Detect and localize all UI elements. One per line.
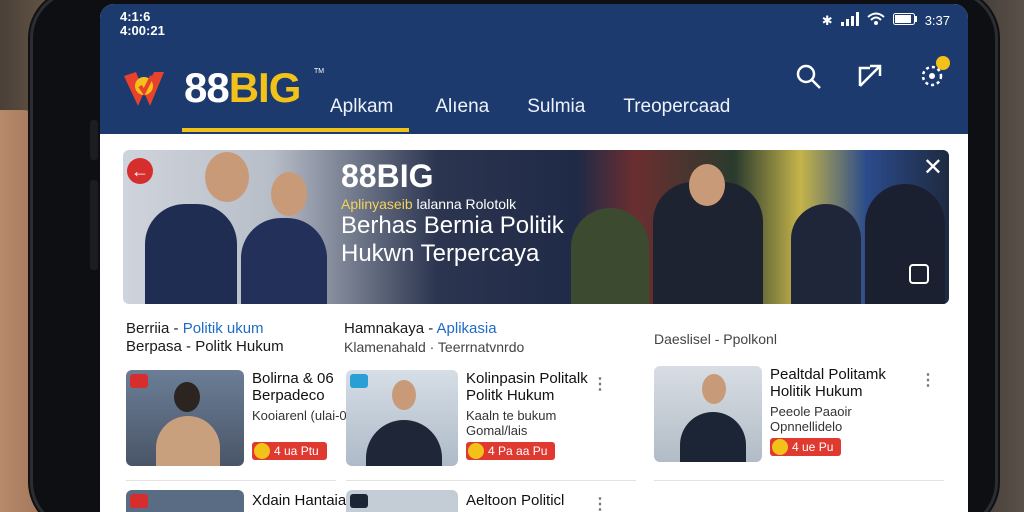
logo-prefix: 88: [184, 64, 230, 111]
back-arrow-icon[interactable]: ←: [127, 158, 153, 184]
close-icon[interactable]: ✕: [923, 156, 943, 180]
banner-person-head: [271, 172, 307, 216]
main-nav: Aplkam Alıena Sulmia Treopercaad: [181, 92, 748, 132]
more-options-icon[interactable]: ⋮: [592, 374, 608, 394]
news-thumbnail: [346, 490, 458, 512]
volume-button: [90, 120, 98, 160]
section-title-highlight: Aplikasia: [436, 320, 497, 337]
app-logo-text: 88BIG: [184, 64, 302, 112]
status-time: 4:1:6 4:00:21: [120, 10, 165, 38]
video-badge-icon: [130, 494, 148, 508]
banner-headline: Berhas Bernia Politik Hukwn Terpercaya: [341, 212, 564, 268]
news-thumbnail: [346, 370, 458, 466]
expand-icon[interactable]: [909, 264, 929, 284]
divider: [126, 480, 336, 481]
section-header[interactable]: Daeslisel - Ppolkonl: [654, 330, 924, 348]
search-icon[interactable]: [792, 60, 824, 92]
thumb-person: [680, 412, 746, 462]
section-title: Berriia -: [126, 320, 183, 337]
screen: 4:1:6 4:00:21 ✱ 3:37 88BIG TM Aplkam Alı…: [100, 4, 968, 512]
divider: [654, 480, 944, 481]
banner-person: [145, 204, 237, 304]
video-badge-icon: [130, 374, 148, 388]
notification-dot: [936, 56, 950, 70]
banner-title: 88BIG: [341, 158, 434, 194]
thumb-person-head: [174, 382, 200, 412]
status-time-line1: 4:1:6: [120, 9, 151, 24]
video-badge-icon: [350, 374, 368, 388]
tab-treopercaad[interactable]: Treopercaad: [607, 92, 746, 132]
notification-icon[interactable]: [916, 56, 950, 92]
news-meta: Peeole Paaoir Opnnellidelo: [770, 404, 852, 434]
divider: [346, 480, 636, 481]
bluetooth-icon: ✱: [821, 12, 833, 28]
banner-person: [571, 208, 649, 304]
status-icons: ✱ 3:37: [822, 12, 950, 29]
banner-headline-line2: Hukwn Terpercaya: [341, 240, 540, 267]
video-badge-icon: [350, 494, 368, 508]
banner-person-head: [689, 164, 725, 206]
signal-icon: [840, 12, 859, 29]
news-thumbnail: [654, 366, 762, 462]
battery-icon: [892, 13, 917, 28]
banner-person: [865, 184, 945, 304]
share-icon[interactable]: [854, 60, 886, 92]
news-thumbnail: [126, 490, 244, 512]
section-header[interactable]: Hamnakaya - Aplikasia Klamenahald · Teer…: [344, 320, 614, 356]
more-options-icon[interactable]: ⋮: [592, 494, 608, 512]
hero-banner[interactable]: ← ✕ 88BIG Aplinyaseib lalanna Rolotolk B…: [123, 150, 949, 304]
more-options-icon[interactable]: ⋮: [920, 370, 936, 390]
banner-subtitle-rest: lalanna Rolotolk: [412, 196, 517, 212]
news-title: Aeltoon Politicl: [466, 492, 565, 509]
thumb-person: [156, 416, 220, 466]
news-card[interactable]: Aeltoon Politicl ⋮: [346, 490, 616, 512]
app-logo-icon: [120, 62, 166, 108]
banner-person-head: [205, 152, 249, 202]
thumb-person: [366, 420, 442, 466]
section-subtitle: Klamenahald · Teerrnatvnrdo: [344, 339, 525, 355]
news-tag[interactable]: 4 ue Pu: [770, 438, 842, 456]
news-tag[interactable]: 4 ua Ptu: [252, 442, 327, 460]
news-meta: Kaaln te bukum Gomal/lais: [466, 408, 557, 438]
power-button: [90, 180, 98, 270]
status-time-line2: 4:00:21: [120, 23, 165, 38]
news-card[interactable]: Pealtdal Politamk Holitik Hukum Peeole P…: [654, 366, 944, 464]
tab-aplkam[interactable]: Aplkam: [181, 92, 410, 132]
news-thumbnail: [126, 370, 244, 466]
section-title: Daeslisel - Ppolkonl: [654, 331, 777, 347]
app-header: 4:1:6 4:00:21 ✱ 3:37 88BIG TM Aplkam Alı…: [100, 4, 968, 134]
news-title: Pealtdal Politamk Holitik Hukum: [770, 366, 886, 400]
section-title: Hamnakaya -: [344, 320, 437, 337]
banner-person: [791, 204, 861, 304]
thumb-person-head: [392, 380, 416, 410]
logo-trademark: TM: [314, 68, 325, 75]
wifi-icon: [867, 12, 885, 29]
banner-subtitle-highlight: Aplinyaseib: [341, 196, 413, 212]
banner-headline-line1: Berhas Bernia Politik: [341, 212, 564, 239]
tab-sulmia[interactable]: Sulmia: [511, 92, 601, 132]
news-card[interactable]: Kolinpasin Politalk Politk Hukum Kaaln t…: [346, 370, 616, 468]
banner-person: [241, 218, 327, 304]
tab-aliena[interactable]: Alıena: [419, 92, 505, 132]
news-title: Kolinpasin Politalk Politk Hukum: [466, 370, 588, 404]
news-tag[interactable]: 4 Pa aa Pu: [466, 442, 556, 460]
battery-level: 3:37: [924, 13, 950, 28]
logo-suffix: BIG: [228, 64, 302, 111]
header-actions: [792, 56, 950, 92]
banner-subtitle: Aplinyaseib lalanna Rolotolk: [341, 196, 516, 212]
thumb-person-head: [702, 374, 726, 404]
section-title-highlight: Politik ukum: [182, 320, 264, 337]
